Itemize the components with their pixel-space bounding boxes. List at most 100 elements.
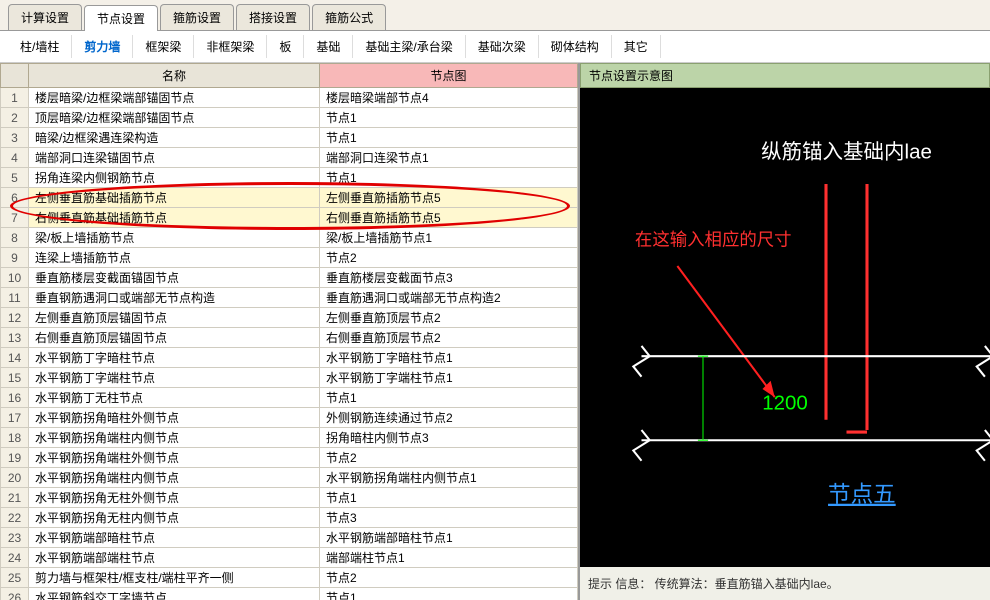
row-name[interactable]: 水平钢筋端部端柱节点: [29, 548, 320, 568]
row-diagram[interactable]: 节点1: [319, 108, 577, 128]
row-number: 16: [1, 388, 29, 408]
row-diagram[interactable]: 节点3: [319, 508, 577, 528]
table-row[interactable]: 18水平钢筋拐角端柱内侧节点拐角暗柱内侧节点3: [1, 428, 578, 448]
row-name[interactable]: 水平钢筋丁字端柱节点: [29, 368, 320, 388]
table-row[interactable]: 19水平钢筋拐角端柱外侧节点节点2: [1, 448, 578, 468]
table-row[interactable]: 23水平钢筋端部暗柱节点水平钢筋端部暗柱节点1: [1, 528, 578, 548]
sub-tab-6[interactable]: 基础主梁/承台梁: [353, 35, 465, 58]
table-row[interactable]: 13右侧垂直筋顶层锚固节点右侧垂直筋顶层节点2: [1, 328, 578, 348]
row-diagram[interactable]: 梁/板上墙插筋节点1: [319, 228, 577, 248]
top-tab-3[interactable]: 搭接设置: [236, 4, 310, 30]
table-row[interactable]: 11垂直钢筋遇洞口或端部无节点构造垂直筋遇洞口或端部无节点构造2: [1, 288, 578, 308]
table-row[interactable]: 14水平钢筋丁字暗柱节点水平钢筋丁字暗柱节点1: [1, 348, 578, 368]
row-diagram[interactable]: 节点2: [319, 448, 577, 468]
row-name[interactable]: 梁/板上墙插筋节点: [29, 228, 320, 248]
row-name[interactable]: 水平钢筋端部暗柱节点: [29, 528, 320, 548]
sub-tab-5[interactable]: 基础: [304, 35, 353, 58]
table-row[interactable]: 5拐角连梁内侧钢筋节点节点1: [1, 168, 578, 188]
row-diagram[interactable]: 垂直筋遇洞口或端部无节点构造2: [319, 288, 577, 308]
row-name[interactable]: 连梁上墙插筋节点: [29, 248, 320, 268]
row-diagram[interactable]: 右侧垂直筋顶层节点2: [319, 328, 577, 348]
row-diagram[interactable]: 右侧垂直筋插筋节点5: [319, 208, 577, 228]
row-diagram[interactable]: 水平钢筋端部暗柱节点1: [319, 528, 577, 548]
row-diagram[interactable]: 垂直筋楼层变截面节点3: [319, 268, 577, 288]
sub-tab-7[interactable]: 基础次梁: [466, 35, 539, 58]
row-diagram[interactable]: 节点1: [319, 128, 577, 148]
top-tab-1[interactable]: 节点设置: [84, 5, 158, 31]
table-row[interactable]: 8梁/板上墙插筋节点梁/板上墙插筋节点1: [1, 228, 578, 248]
table-row[interactable]: 6左侧垂直筋基础插筋节点左侧垂直筋插筋节点5: [1, 188, 578, 208]
col-rownum: [1, 64, 29, 88]
table-row[interactable]: 2顶层暗梁/边框梁端部锚固节点节点1: [1, 108, 578, 128]
table-row[interactable]: 16水平钢筋丁无柱节点节点1: [1, 388, 578, 408]
row-name[interactable]: 拐角连梁内侧钢筋节点: [29, 168, 320, 188]
row-diagram[interactable]: 水平钢筋拐角端柱内侧节点1: [319, 468, 577, 488]
table-row[interactable]: 15水平钢筋丁字端柱节点水平钢筋丁字端柱节点1: [1, 368, 578, 388]
row-diagram[interactable]: 节点1: [319, 588, 577, 600]
row-diagram[interactable]: 水平钢筋丁字暗柱节点1: [319, 348, 577, 368]
top-tab-2[interactable]: 箍筋设置: [160, 4, 234, 30]
row-name[interactable]: 水平钢筋拐角端柱外侧节点: [29, 448, 320, 468]
table-row[interactable]: 7右侧垂直筋基础插筋节点右侧垂直筋插筋节点5: [1, 208, 578, 228]
row-name[interactable]: 水平钢筋丁字暗柱节点: [29, 348, 320, 368]
table-row[interactable]: 26水平钢筋斜交丁字墙节点节点1: [1, 588, 578, 600]
table-row[interactable]: 12左侧垂直筋顶层锚固节点左侧垂直筋顶层节点2: [1, 308, 578, 328]
table-row[interactable]: 24水平钢筋端部端柱节点端部端柱节点1: [1, 548, 578, 568]
row-diagram[interactable]: 端部端柱节点1: [319, 548, 577, 568]
sub-tab-3[interactable]: 非框架梁: [194, 35, 267, 58]
row-diagram[interactable]: 水平钢筋丁字端柱节点1: [319, 368, 577, 388]
row-diagram[interactable]: 拐角暗柱内侧节点3: [319, 428, 577, 448]
row-name[interactable]: 左侧垂直筋基础插筋节点: [29, 188, 320, 208]
table-row[interactable]: 21水平钢筋拐角无柱外侧节点节点1: [1, 488, 578, 508]
row-diagram[interactable]: 节点2: [319, 248, 577, 268]
row-name[interactable]: 楼层暗梁/边框梁端部锚固节点: [29, 88, 320, 108]
sub-tab-4[interactable]: 板: [267, 35, 304, 58]
table-row[interactable]: 17水平钢筋拐角暗柱外侧节点外侧钢筋连续通过节点2: [1, 408, 578, 428]
top-tab-4[interactable]: 箍筋公式: [312, 4, 386, 30]
row-name[interactable]: 暗梁/边框梁遇连梁构造: [29, 128, 320, 148]
sub-tab-2[interactable]: 框架梁: [133, 35, 194, 58]
table-row[interactable]: 4端部洞口连梁锚固节点端部洞口连梁节点1: [1, 148, 578, 168]
sub-tab-8[interactable]: 砌体结构: [539, 35, 612, 58]
row-name[interactable]: 水平钢筋丁无柱节点: [29, 388, 320, 408]
sub-tab-0[interactable]: 柱/墙柱: [8, 35, 72, 58]
table-row[interactable]: 9连梁上墙插筋节点节点2: [1, 248, 578, 268]
table-row[interactable]: 1楼层暗梁/边框梁端部锚固节点楼层暗梁端部节点4: [1, 88, 578, 108]
row-name[interactable]: 水平钢筋拐角暗柱外侧节点: [29, 408, 320, 428]
row-name[interactable]: 水平钢筋拐角无柱外侧节点: [29, 488, 320, 508]
row-name[interactable]: 右侧垂直筋顶层锚固节点: [29, 328, 320, 348]
row-name[interactable]: 水平钢筋拐角端柱内侧节点: [29, 428, 320, 448]
row-diagram[interactable]: 外侧钢筋连续通过节点2: [319, 408, 577, 428]
sub-tab-9[interactable]: 其它: [612, 35, 661, 58]
col-diagram[interactable]: 节点图: [319, 64, 577, 88]
row-diagram[interactable]: 左侧垂直筋插筋节点5: [319, 188, 577, 208]
row-diagram[interactable]: 左侧垂直筋顶层节点2: [319, 308, 577, 328]
row-name[interactable]: 垂直钢筋遇洞口或端部无节点构造: [29, 288, 320, 308]
row-number: 23: [1, 528, 29, 548]
row-diagram[interactable]: 节点2: [319, 568, 577, 588]
row-name[interactable]: 水平钢筋拐角无柱内侧节点: [29, 508, 320, 528]
col-name[interactable]: 名称: [29, 64, 320, 88]
table-row[interactable]: 22水平钢筋拐角无柱内侧节点节点3: [1, 508, 578, 528]
row-name[interactable]: 垂直筋楼层变截面锚固节点: [29, 268, 320, 288]
table-row[interactable]: 20水平钢筋拐角端柱内侧节点水平钢筋拐角端柱内侧节点1: [1, 468, 578, 488]
row-diagram[interactable]: 端部洞口连梁节点1: [319, 148, 577, 168]
table-row[interactable]: 3暗梁/边框梁遇连梁构造节点1: [1, 128, 578, 148]
row-number: 13: [1, 328, 29, 348]
row-name[interactable]: 水平钢筋拐角端柱内侧节点: [29, 468, 320, 488]
table-row[interactable]: 10垂直筋楼层变截面锚固节点垂直筋楼层变截面节点3: [1, 268, 578, 288]
row-diagram[interactable]: 楼层暗梁端部节点4: [319, 88, 577, 108]
table-row[interactable]: 25剪力墙与框架柱/框支柱/端柱平齐一侧节点2: [1, 568, 578, 588]
row-diagram[interactable]: 节点1: [319, 488, 577, 508]
row-name[interactable]: 右侧垂直筋基础插筋节点: [29, 208, 320, 228]
row-name[interactable]: 左侧垂直筋顶层锚固节点: [29, 308, 320, 328]
row-name[interactable]: 水平钢筋斜交丁字墙节点: [29, 588, 320, 600]
row-diagram[interactable]: 节点1: [319, 388, 577, 408]
row-diagram[interactable]: 节点1: [319, 168, 577, 188]
row-name[interactable]: 端部洞口连梁锚固节点: [29, 148, 320, 168]
preview-canvas: 纵筋锚入基础内lae 在这输入相应的尺寸: [580, 88, 990, 567]
sub-tab-1[interactable]: 剪力墙: [72, 35, 133, 58]
top-tab-0[interactable]: 计算设置: [8, 4, 82, 30]
row-name[interactable]: 剪力墙与框架柱/框支柱/端柱平齐一侧: [29, 568, 320, 588]
row-name[interactable]: 顶层暗梁/边框梁端部锚固节点: [29, 108, 320, 128]
